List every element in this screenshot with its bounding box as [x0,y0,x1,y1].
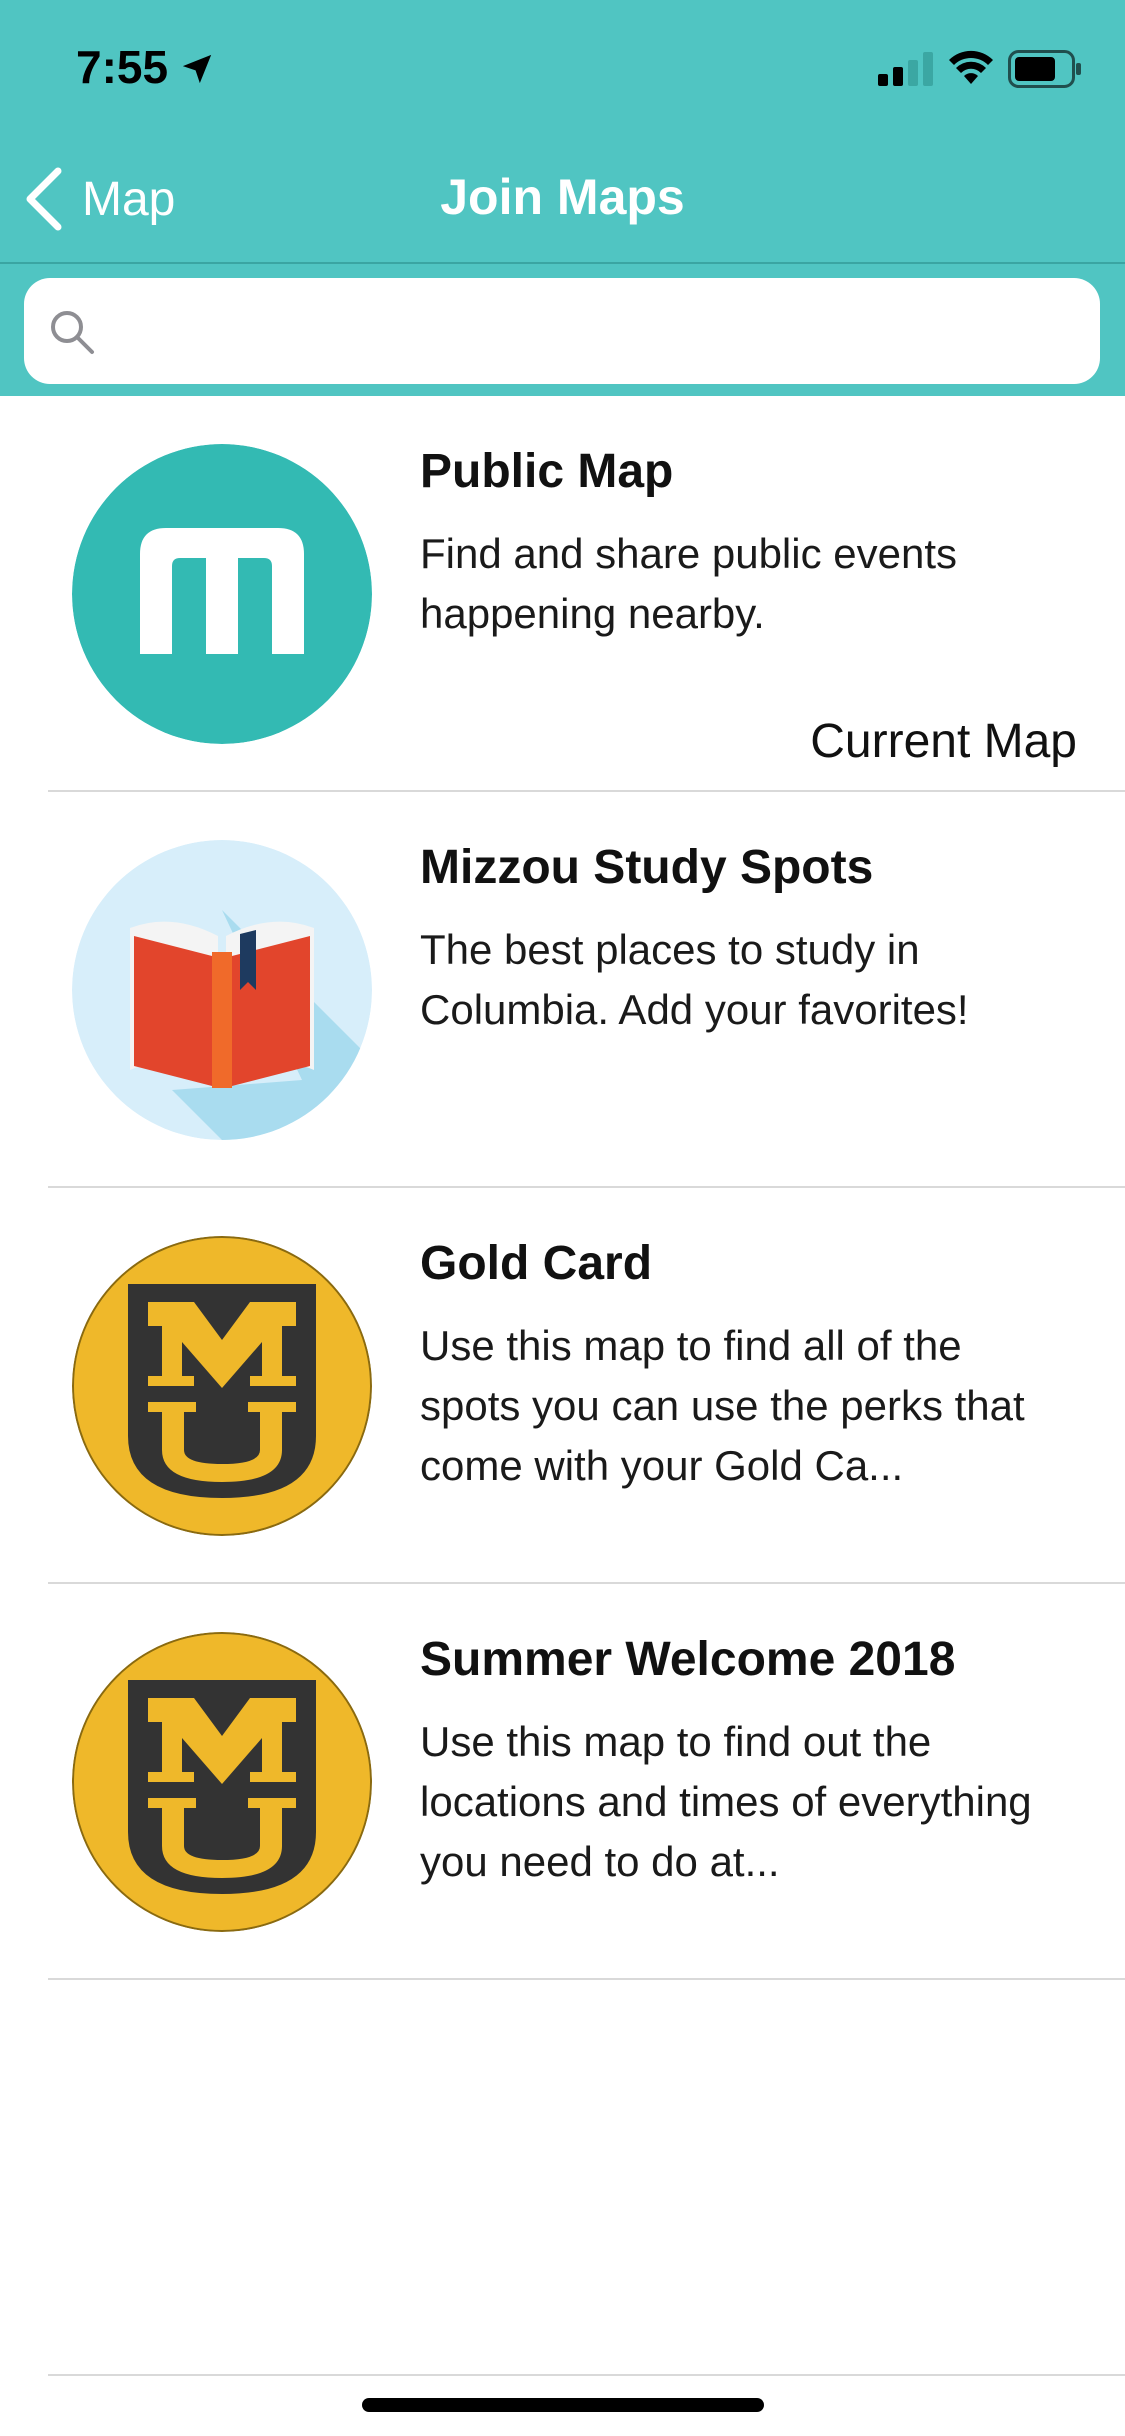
maps-list: Public Map Find and share public events … [0,396,1125,1980]
cellular-signal-icon [878,52,933,86]
search-icon [51,311,94,354]
search-bar [0,266,1125,396]
mizzou-mu-logo-icon [72,1236,372,1536]
header: 7:55 Map Join Maps [0,0,1125,396]
map-title: Mizzou Study Spots [420,841,874,894]
public-map-m-icon [72,444,372,744]
current-map-badge: Current Map [810,715,1077,768]
status-time: 7:55 [76,41,169,93]
map-title: Gold Card [420,1237,653,1290]
map-title: Public Map [420,445,674,498]
navigation-bar: Map Join Maps [0,132,1125,264]
page-title: Join Maps [440,169,685,225]
row-divider [48,1978,1125,1980]
search-input[interactable] [114,296,1074,366]
map-description: The best places to study in Columbia. Ad… [420,926,969,1033]
map-description: Use this map to find out the locations a… [420,1718,1032,1885]
battery-icon [1008,50,1081,88]
location-arrow-icon [182,54,212,84]
bottom-divider [48,2374,1125,2376]
map-description: Use this map to find all of the spots yo… [420,1322,1025,1489]
map-row-mizzou-study-spots[interactable]: Mizzou Study Spots The best places to st… [0,792,1125,1188]
mizzou-mu-logo-icon [72,1632,372,1932]
open-book-icon [72,840,372,1140]
search-box[interactable] [24,278,1100,384]
map-description: Find and share public events happening n… [420,530,957,637]
map-row-summer-welcome-2018[interactable]: Summer Welcome 2018 Use this map to find… [0,1584,1125,1980]
home-indicator[interactable] [362,2398,764,2412]
map-row-public-map[interactable]: Public Map Find and share public events … [0,396,1125,792]
status-bar: 7:55 [0,0,1125,132]
map-row-gold-card[interactable]: Gold Card Use this map to find all of th… [0,1188,1125,1584]
map-title: Summer Welcome 2018 [420,1633,956,1686]
wifi-icon [949,50,993,84]
